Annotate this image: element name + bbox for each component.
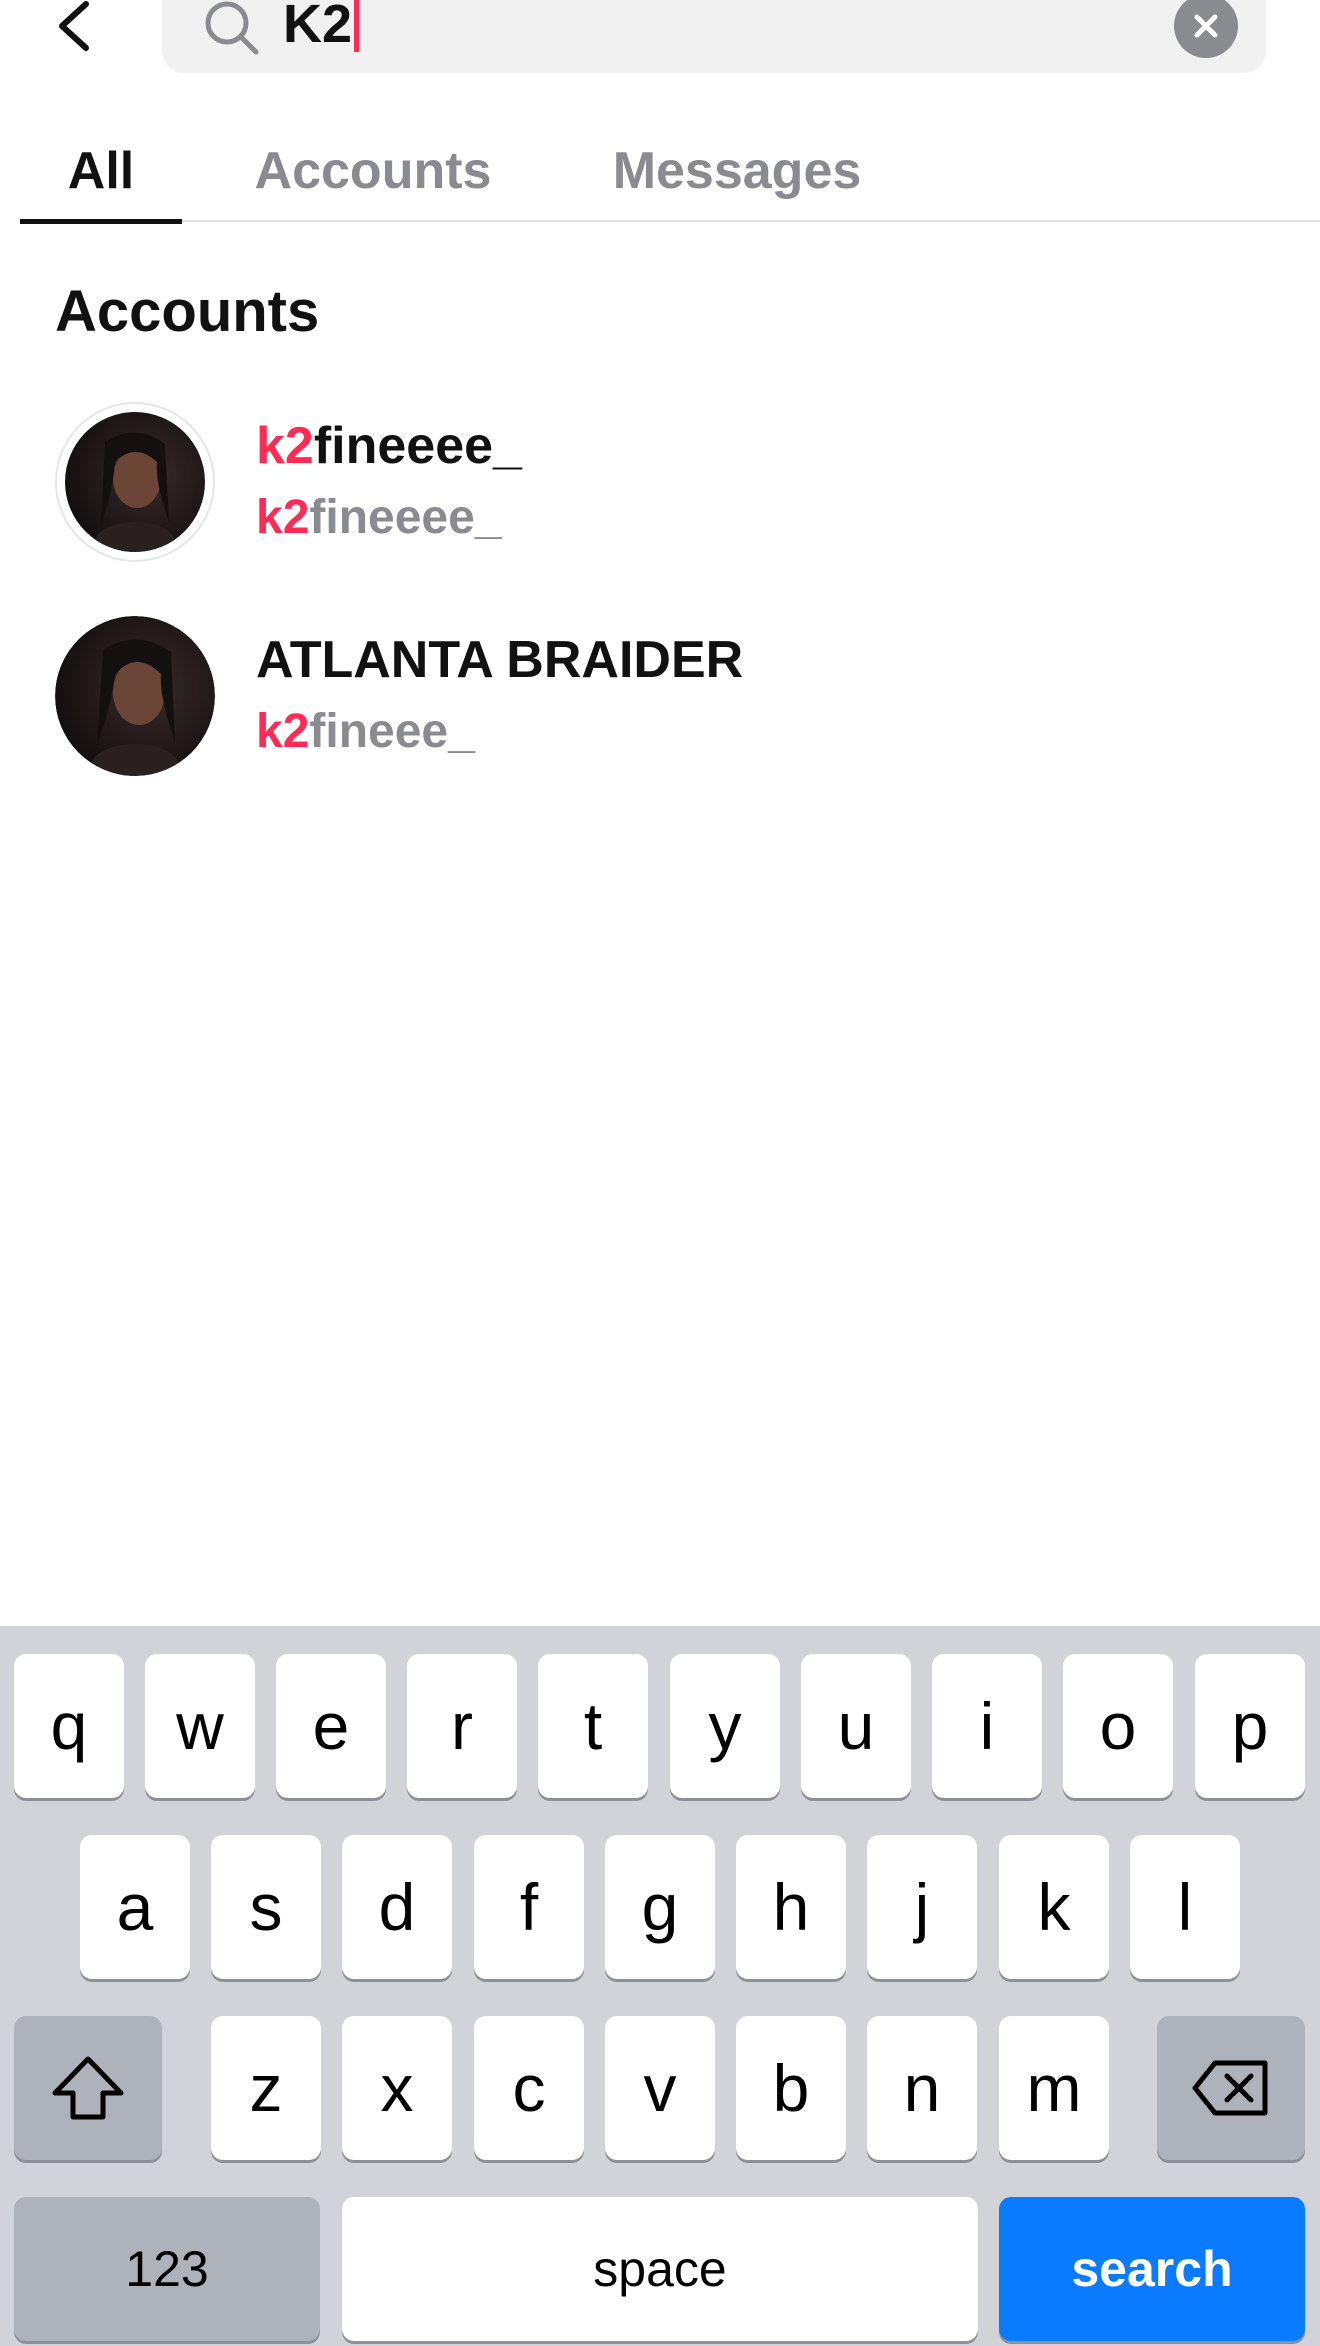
search-icon bbox=[205, 1, 259, 55]
key-k[interactable]: k bbox=[999, 1835, 1109, 1979]
account-result[interactable]: ATLANTA BRAIDER k2fineee_ bbox=[0, 616, 1320, 786]
key-x[interactable]: x bbox=[342, 2016, 452, 2160]
key-e[interactable]: e bbox=[276, 1654, 386, 1798]
key-l[interactable]: l bbox=[1130, 1835, 1240, 1979]
tab-all[interactable]: All bbox=[20, 120, 182, 224]
clear-search-button[interactable] bbox=[1174, 0, 1238, 58]
account-handle: k2fineeee_ bbox=[256, 491, 502, 544]
key-t[interactable]: t bbox=[538, 1654, 648, 1798]
key-r[interactable]: r bbox=[407, 1654, 517, 1798]
shift-key[interactable] bbox=[14, 2016, 162, 2160]
key-h[interactable]: h bbox=[736, 1835, 846, 1979]
key-z[interactable]: z bbox=[211, 2016, 321, 2160]
space-key[interactable]: space bbox=[342, 2197, 978, 2341]
backspace-icon bbox=[1192, 2060, 1268, 2116]
search-tabs: All Accounts Messages bbox=[20, 120, 1320, 224]
keyboard: q w e r t y u i o p a s d f g h j k l z … bbox=[0, 1626, 1320, 2346]
backspace-key[interactable] bbox=[1157, 2016, 1305, 2160]
key-w[interactable]: w bbox=[145, 1654, 255, 1798]
numbers-key[interactable]: 123 bbox=[14, 2197, 320, 2341]
avatar[interactable] bbox=[55, 616, 215, 776]
tab-accounts[interactable]: Accounts bbox=[243, 120, 503, 222]
key-o[interactable]: o bbox=[1063, 1654, 1173, 1798]
account-handle: k2fineee_ bbox=[256, 705, 475, 758]
key-v[interactable]: v bbox=[605, 2016, 715, 2160]
key-q[interactable]: q bbox=[14, 1654, 124, 1798]
avatar[interactable] bbox=[55, 402, 215, 562]
key-f[interactable]: f bbox=[474, 1835, 584, 1979]
key-u[interactable]: u bbox=[801, 1654, 911, 1798]
search-key[interactable]: search bbox=[999, 2197, 1305, 2341]
search-field[interactable]: K2 bbox=[162, 0, 1266, 73]
key-a[interactable]: a bbox=[80, 1835, 190, 1979]
key-n[interactable]: n bbox=[867, 2016, 977, 2160]
account-display-name: ATLANTA BRAIDER bbox=[256, 631, 744, 689]
key-g[interactable]: g bbox=[605, 1835, 715, 1979]
account-result[interactable]: k2fineeee_ k2fineeee_ bbox=[0, 402, 1320, 572]
key-c[interactable]: c bbox=[474, 2016, 584, 2160]
key-m[interactable]: m bbox=[999, 2016, 1109, 2160]
search-input[interactable]: K2 bbox=[283, 0, 360, 54]
text-caret bbox=[354, 0, 360, 52]
account-display-name: k2fineeee_ bbox=[256, 417, 522, 475]
shift-icon bbox=[52, 2056, 124, 2120]
tab-messages[interactable]: Messages bbox=[577, 120, 897, 222]
chevron-left-icon bbox=[59, 1, 89, 51]
key-d[interactable]: d bbox=[342, 1835, 452, 1979]
clear-icon bbox=[1194, 14, 1218, 38]
key-s[interactable]: s bbox=[211, 1835, 321, 1979]
key-i[interactable]: i bbox=[932, 1654, 1042, 1798]
key-j[interactable]: j bbox=[867, 1835, 977, 1979]
section-title-accounts: Accounts bbox=[55, 279, 320, 344]
key-y[interactable]: y bbox=[670, 1654, 780, 1798]
search-query-text: K2 bbox=[283, 0, 353, 54]
key-b[interactable]: b bbox=[736, 2016, 846, 2160]
key-p[interactable]: p bbox=[1195, 1654, 1305, 1798]
back-button[interactable] bbox=[48, 0, 100, 52]
